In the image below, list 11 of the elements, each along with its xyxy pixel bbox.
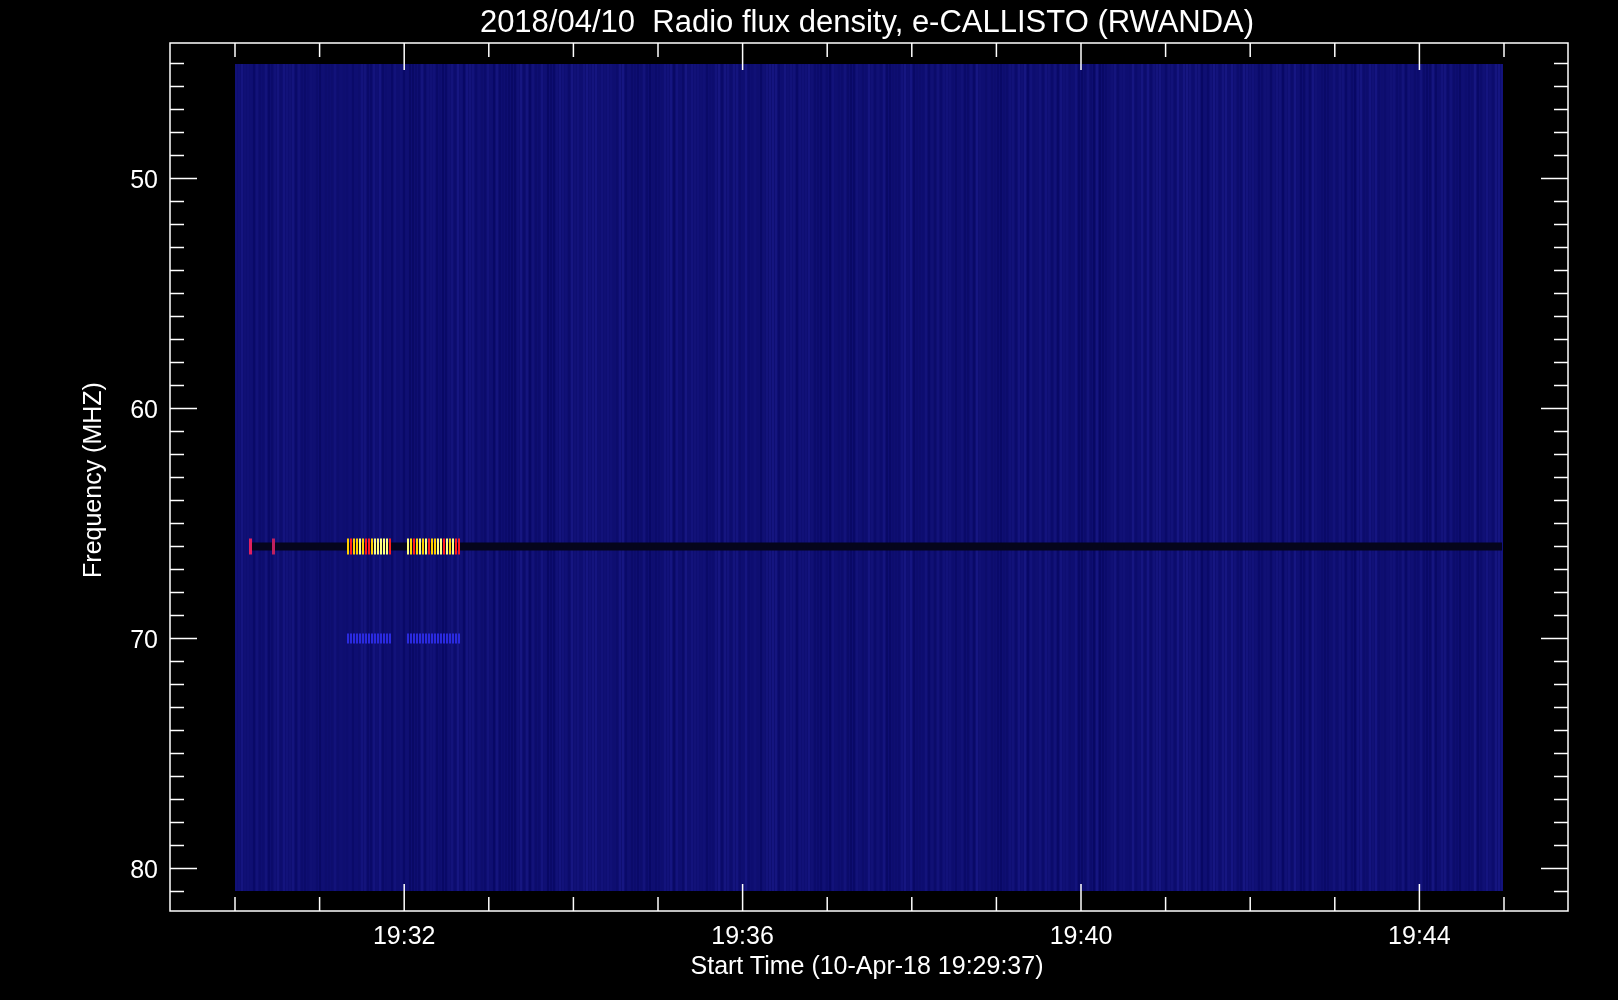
chart-title: 2018/04/10 Radio flux density, e-CALLISTO (RWANDA) <box>479 4 1255 39</box>
x-axis-label: Start Time (10-Apr-18 19:29:37) <box>690 951 1044 979</box>
y-axis-label: Frequency (MHZ) <box>78 382 106 578</box>
y-tick-label: 50 <box>130 164 158 193</box>
x-tick-label: 19:40 <box>1049 921 1113 949</box>
y-tick-label: 60 <box>130 394 158 423</box>
x-tick-label: 19:44 <box>1388 921 1451 949</box>
x-tick-label: 19:36 <box>711 921 774 949</box>
y-tick-label: 70 <box>130 624 158 653</box>
x-tick-label: 19:32 <box>372 921 436 949</box>
y-tick-label: 80 <box>130 854 158 883</box>
